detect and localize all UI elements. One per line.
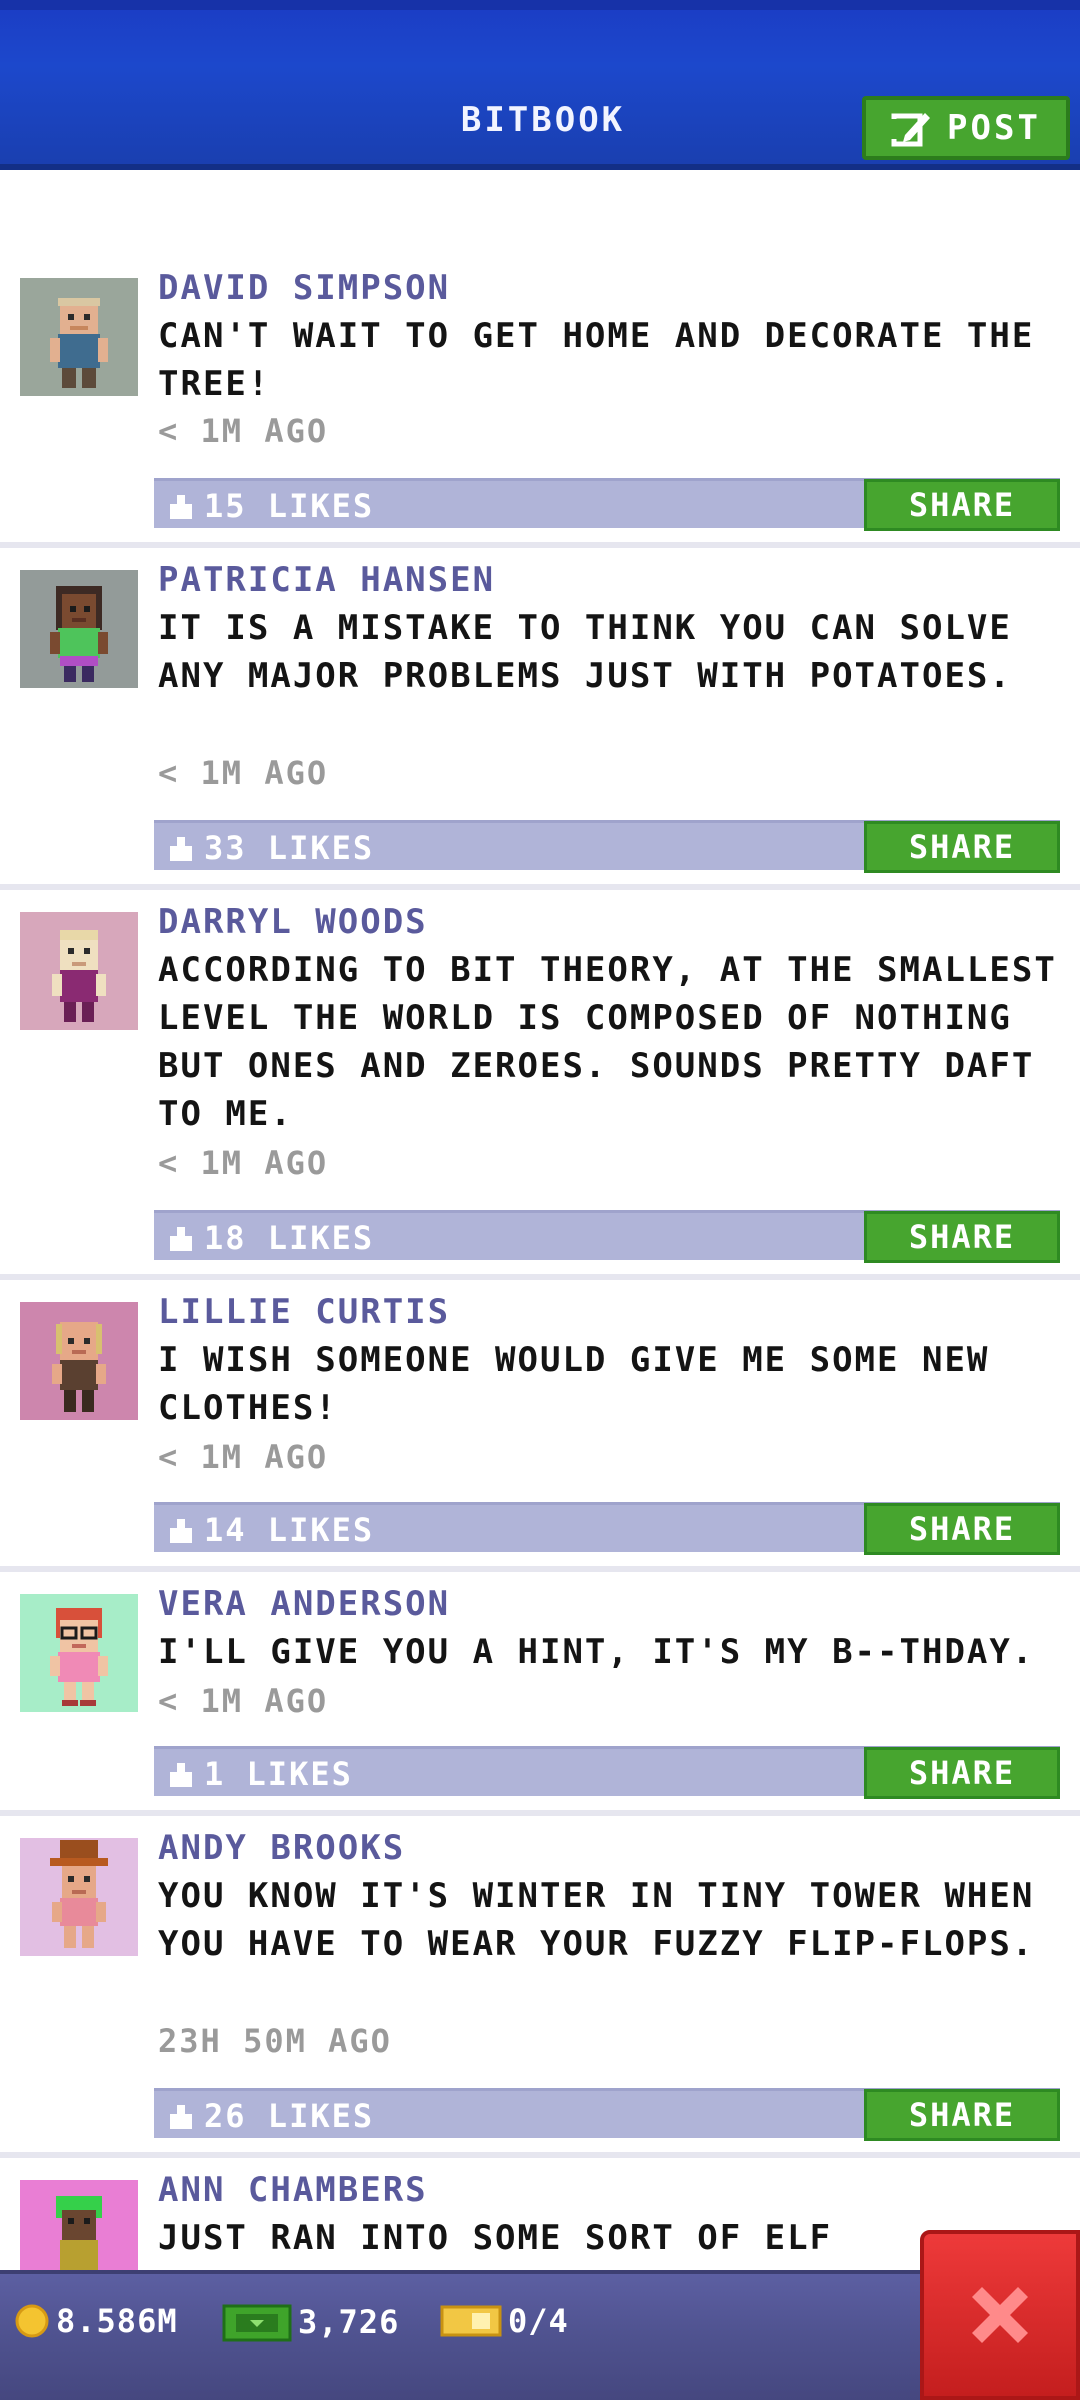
post-button-label: POST <box>947 108 1041 148</box>
author-name[interactable]: DARRYL WOODS <box>158 902 428 942</box>
post-text: CAN'T WAIT TO GET HOME AND DECORATE THE … <box>158 316 1035 404</box>
app-header: BITBOOK POST <box>0 0 1080 170</box>
tickets-display: 0/4 <box>440 2302 569 2340</box>
post-divider <box>0 542 1080 548</box>
post-timestamp: < 1M AGO <box>158 754 329 792</box>
avatar[interactable] <box>20 912 138 1030</box>
author-name[interactable]: DAVID SIMPSON <box>158 268 450 308</box>
thumbs-up-icon <box>170 2105 192 2129</box>
share-button[interactable]: SHARE <box>864 821 1060 873</box>
bux-value: 3,726 <box>298 2303 400 2341</box>
header-top-strip <box>0 0 1080 10</box>
author-name[interactable]: VERA ANDERSON <box>158 1584 450 1624</box>
like-count: 14 LIKES <box>204 1511 375 1549</box>
close-button[interactable] <box>920 2230 1080 2400</box>
avatar-david-simpson <box>50 298 108 388</box>
coins-value: 8.586M <box>56 2302 178 2340</box>
avatar[interactable] <box>20 278 138 396</box>
compose-icon <box>891 113 931 147</box>
avatar[interactable] <box>20 1302 138 1420</box>
share-button[interactable]: SHARE <box>864 1747 1060 1799</box>
like-count: 18 LIKES <box>204 1219 375 1257</box>
thumbs-up-icon <box>170 1227 192 1251</box>
tickets-value: 0/4 <box>508 2302 569 2340</box>
avatar[interactable] <box>20 2180 138 2270</box>
share-button[interactable]: SHARE <box>864 2089 1060 2141</box>
avatar-lillie-curtis <box>52 1322 106 1412</box>
bux-icon <box>222 2304 292 2342</box>
like-count: 26 LIKES <box>204 2097 375 2135</box>
share-button[interactable]: SHARE <box>864 1503 1060 1555</box>
like-bar[interactable]: 18 LIKES SHARE <box>154 1210 1060 1263</box>
avatar[interactable] <box>20 570 138 688</box>
post-button[interactable]: POST <box>862 96 1070 160</box>
like-count: 1 LIKES <box>204 1755 353 1793</box>
thumbs-up-icon <box>170 837 192 861</box>
avatar-darryl-woods <box>52 930 106 1022</box>
share-button[interactable]: SHARE <box>864 1211 1060 1263</box>
thumbs-up-icon <box>170 495 192 519</box>
like-count: 15 LIKES <box>204 487 375 525</box>
avatar[interactable] <box>20 1838 138 1956</box>
post-timestamp: < 1M AGO <box>158 412 329 450</box>
like-bar[interactable]: 26 LIKES SHARE <box>154 2088 1060 2141</box>
ticket-icon <box>440 2305 502 2337</box>
post-text: I'LL GIVE YOU A HINT, IT'S MY B--THDAY. <box>158 1632 1035 1672</box>
post-timestamp: 23H 50M AGO <box>158 2022 392 2060</box>
thumbs-up-icon <box>170 1763 192 1787</box>
like-count: 33 LIKES <box>204 829 375 867</box>
post-text: I WISH SOMEONE WOULD GIVE ME SOME NEW CL… <box>158 1340 990 1428</box>
like-bar[interactable]: 14 LIKES SHARE <box>154 1502 1060 1555</box>
status-bar: 8.586M 3,726 0/4 <box>0 2270 1080 2400</box>
post-divider <box>0 1810 1080 1816</box>
post-text: YOU KNOW IT'S WINTER IN TINY TOWER WHEN … <box>158 1876 1035 1964</box>
post-text: IT IS A MISTAKE TO THINK YOU CAN SOLVE A… <box>158 608 1012 696</box>
post-timestamp: < 1M AGO <box>158 1438 329 1476</box>
author-name[interactable]: LILLIE CURTIS <box>158 1292 450 1332</box>
news-feed[interactable]: DAVID SIMPSON CAN'T WAIT TO GET HOME AND… <box>0 170 1080 2270</box>
coin-icon <box>15 2304 49 2338</box>
share-button[interactable]: SHARE <box>864 479 1060 531</box>
post-divider <box>0 1274 1080 1280</box>
avatar-patricia-hansen <box>50 586 108 682</box>
coins-display: 8.586M <box>14 2302 178 2340</box>
post-divider <box>0 1566 1080 1572</box>
author-name[interactable]: ANDY BROOKS <box>158 1828 405 1868</box>
post-divider <box>0 2152 1080 2158</box>
post-timestamp: < 1M AGO <box>158 1144 329 1182</box>
like-bar[interactable]: 33 LIKES SHARE <box>154 820 1060 873</box>
avatar[interactable] <box>20 1594 138 1712</box>
post-divider <box>0 884 1080 890</box>
avatar-vera-anderson <box>50 1608 108 1706</box>
like-bar[interactable]: 15 LIKES SHARE <box>154 478 1060 531</box>
like-bar[interactable]: 1 LIKES SHARE <box>154 1746 1060 1799</box>
post-timestamp: < 1M AGO <box>158 1682 329 1720</box>
thumbs-up-icon <box>170 1519 192 1543</box>
bux-display: 3,726 <box>222 2302 399 2342</box>
author-name[interactable]: ANN CHAMBERS <box>158 2170 428 2210</box>
close-icon <box>972 2287 1028 2343</box>
avatar-ann-chambers <box>56 2196 102 2270</box>
avatar-andy-brooks <box>50 1840 108 1948</box>
post-text: ACCORDING TO BIT THEORY, AT THE SMALLEST… <box>158 950 1057 1134</box>
author-name[interactable]: PATRICIA HANSEN <box>158 560 495 600</box>
